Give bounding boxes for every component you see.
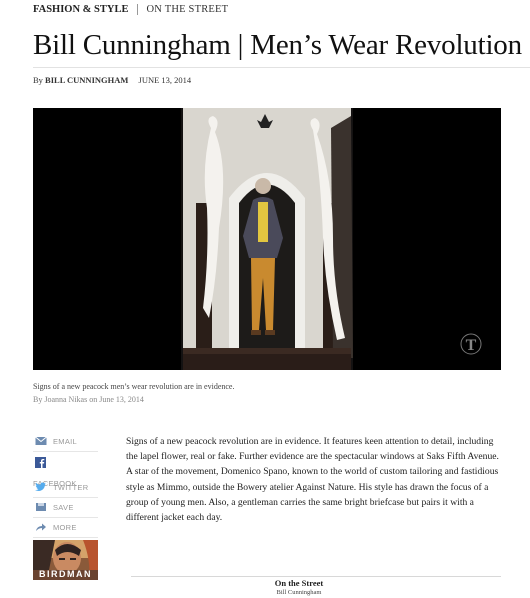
share-email-label: EMAIL bbox=[53, 437, 78, 446]
share-facebook-button[interactable]: FACEBOOK bbox=[33, 453, 98, 488]
share-twitter-button[interactable]: TWITTER bbox=[33, 478, 98, 498]
author-link[interactable]: BILL CUNNINGHAM bbox=[45, 75, 128, 85]
share-arrow-icon bbox=[36, 523, 46, 531]
byline-prefix: By bbox=[33, 75, 43, 85]
article-headline: Bill Cunningham | Men’s Wear Revolution bbox=[33, 29, 522, 61]
nyt-logo: T bbox=[466, 337, 477, 354]
feature-author: Bill Cunningham bbox=[276, 589, 322, 596]
publish-date: JUNE 13, 2014 bbox=[138, 75, 192, 85]
article-body: Signs of a new peacock revolution are in… bbox=[126, 436, 499, 524]
twitter-icon bbox=[35, 482, 46, 492]
share-more-label: MORE bbox=[53, 523, 77, 532]
byline: By BILL CUNNINGHAM JUNE 13, 2014 bbox=[33, 75, 191, 85]
subsection-link[interactable]: ON THE STREET bbox=[147, 4, 229, 15]
share-more-button[interactable]: MORE bbox=[33, 518, 98, 538]
save-icon bbox=[36, 503, 46, 511]
section-kicker: FASHION & STYLE ON THE STREET bbox=[33, 4, 228, 15]
footer-divider bbox=[131, 576, 501, 577]
share-email-button[interactable]: EMAIL bbox=[33, 432, 98, 452]
video-player[interactable]: T bbox=[33, 108, 501, 370]
share-save-button[interactable]: SAVE bbox=[33, 498, 98, 518]
byline-divider bbox=[33, 67, 530, 68]
feature-title[interactable]: On the Street bbox=[0, 578, 530, 588]
envelope-icon bbox=[35, 436, 47, 445]
video-frame: T bbox=[33, 108, 501, 370]
video-credit: By Joanna Nikas on June 13, 2014 bbox=[33, 395, 144, 404]
kicker-divider bbox=[136, 4, 138, 15]
video-caption: Signs of a new peacock men’s wear revolu… bbox=[33, 382, 235, 391]
section-link[interactable]: FASHION & STYLE bbox=[33, 4, 129, 15]
birdman-ad[interactable]: BIRDMAN bbox=[33, 540, 98, 580]
share-twitter-label: TWITTER bbox=[53, 483, 89, 492]
facebook-icon bbox=[35, 457, 46, 468]
share-save-label: SAVE bbox=[53, 503, 74, 512]
